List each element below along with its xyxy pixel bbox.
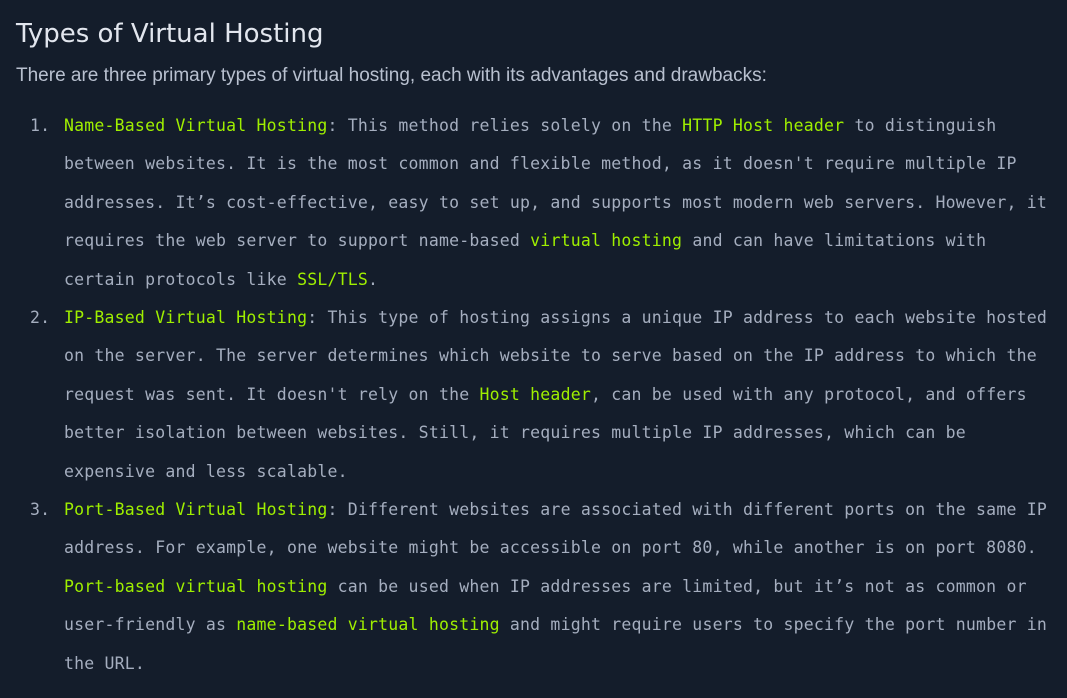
item-text: : This method relies solely on the	[327, 116, 683, 135]
content-page: Types of Virtual Hosting There are three…	[0, 0, 1067, 698]
list-item-name-based: 1. Name-Based Virtual Hosting: This metho…	[16, 107, 1051, 299]
list-item-ip-based: 2. IP-Based Virtual Hosting: This type of…	[16, 299, 1051, 491]
section-title: Types of Virtual Hosting	[16, 19, 324, 49]
term-host-header: Host header	[479, 384, 591, 404]
term-virtual-hosting: virtual hosting	[530, 231, 683, 251]
list-number: 3.	[30, 500, 51, 520]
term-name-based-virtual-hosting: Name-Based Virtual Hosting	[64, 116, 328, 135]
term-ip-based-virtual-hosting: IP-Based Virtual Hosting	[64, 308, 308, 328]
list-number: 2.	[30, 308, 51, 328]
term-ssl-tls: SSL/TLS	[297, 269, 369, 289]
list-item-port-based: 3. Port-Based Virtual Hosting: Different …	[16, 491, 1051, 683]
term-port-based-virtual-hosting-inline: Port-based virtual hosting	[64, 576, 328, 596]
virtual-hosting-types-list: 1. Name-Based Virtual Hosting: This metho…	[16, 107, 1051, 683]
term-http-host-header: HTTP Host header	[682, 116, 845, 135]
section-intro: There are three primary types of virtual…	[16, 65, 767, 86]
term-name-based-virtual-hosting-inline: name-based virtual hosting	[236, 615, 500, 635]
item-text: .	[368, 269, 379, 289]
list-number: 1.	[30, 116, 51, 135]
term-port-based-virtual-hosting: Port-Based Virtual Hosting	[64, 500, 328, 520]
